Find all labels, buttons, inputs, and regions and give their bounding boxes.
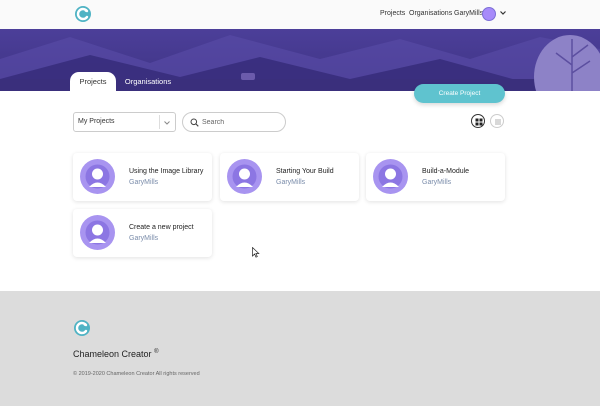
chameleon-logo-icon xyxy=(74,320,90,336)
create-project-button[interactable]: Create Project xyxy=(414,84,505,103)
chameleon-avatar-icon xyxy=(373,159,408,194)
project-owner: GaryMills xyxy=(129,179,159,186)
footer-brand-name: Chameleon Creator ® xyxy=(73,349,158,359)
search-icon xyxy=(190,118,199,127)
chevron-down-icon[interactable] xyxy=(163,119,171,127)
top-nav: Projects Organisations GaryMills xyxy=(0,0,600,29)
grid-view-button[interactable] xyxy=(471,114,485,128)
project-owner: GaryMills xyxy=(129,235,159,242)
mouse-pointer-icon xyxy=(252,247,260,258)
project-title: Create a new project xyxy=(129,224,194,231)
list-icon xyxy=(495,119,501,125)
footer-brand-text: Chameleon Creator xyxy=(73,349,152,359)
chevron-down-icon[interactable] xyxy=(499,9,507,17)
project-owner: GaryMills xyxy=(276,179,306,186)
search-input[interactable] xyxy=(202,116,282,129)
footer-copyright: © 2019-2020 Chameleon Creator All rights… xyxy=(73,371,200,377)
registered-mark: ® xyxy=(154,349,159,355)
project-card[interactable]: Build-a-Module GaryMills xyxy=(366,153,505,201)
nav-username[interactable]: GaryMills xyxy=(454,10,483,17)
project-card[interactable]: Create a new project GaryMills xyxy=(73,209,212,257)
grid-icon xyxy=(475,118,483,126)
nav-projects-link[interactable]: Projects xyxy=(380,10,405,17)
project-title: Build-a-Module xyxy=(422,168,470,175)
project-filter-select[interactable]: My Projects xyxy=(73,112,176,132)
tab-organisations[interactable]: Organisations xyxy=(120,72,176,91)
select-divider xyxy=(159,115,160,129)
project-owner: GaryMills xyxy=(422,179,452,186)
nav-organisations-link[interactable]: Organisations xyxy=(409,10,452,17)
chameleon-avatar-icon xyxy=(80,215,115,250)
tab-projects[interactable]: Projects xyxy=(70,72,116,91)
user-avatar[interactable] xyxy=(482,7,496,21)
footer: Chameleon Creator ® © 2019-2020 Chameleo… xyxy=(0,291,600,406)
project-title: Starting Your Build xyxy=(276,168,334,175)
project-title: Using the Image Library xyxy=(129,168,204,175)
project-card[interactable]: Starting Your Build GaryMills xyxy=(220,153,359,201)
project-filter-value: My Projects xyxy=(78,118,115,125)
chameleon-avatar-icon xyxy=(80,159,115,194)
search-box xyxy=(182,112,286,132)
project-card[interactable]: Using the Image Library GaryMills xyxy=(73,153,212,201)
chameleon-avatar-icon xyxy=(227,159,262,194)
chameleon-logo-icon[interactable] xyxy=(74,5,92,23)
list-view-button[interactable] xyxy=(490,114,504,128)
